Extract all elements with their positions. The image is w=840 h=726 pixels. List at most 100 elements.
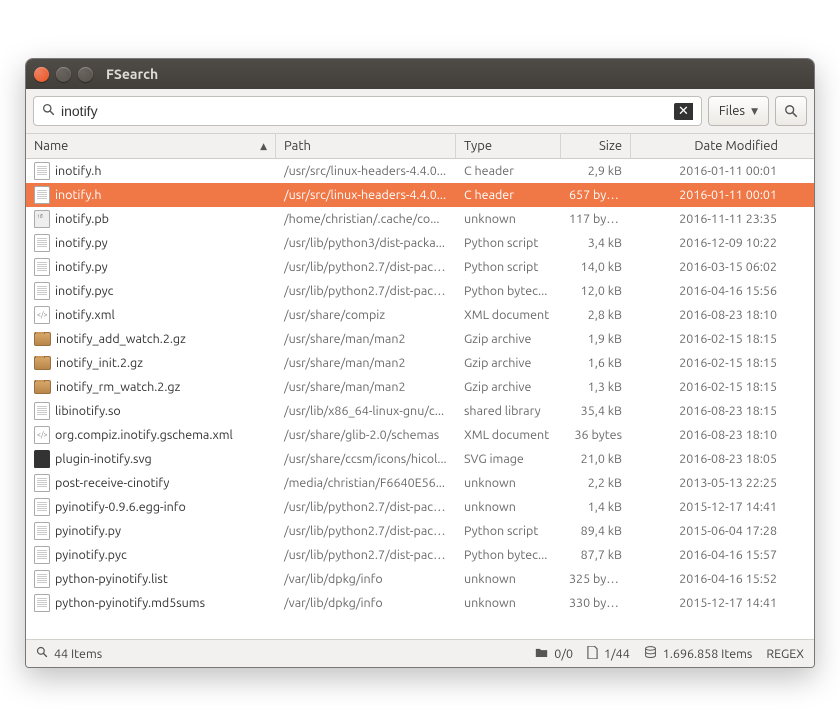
- cell-name: inotify_rm_watch.2.gz: [26, 380, 276, 394]
- folder-icon: [34, 356, 51, 370]
- table-row[interactable]: inotify_add_watch.2.gz/usr/share/man/man…: [26, 327, 814, 351]
- cell-path: /usr/share/ccsm/icons/hicol...: [276, 452, 456, 466]
- cell-path: /usr/share/glib-2.0/schemas: [276, 428, 456, 442]
- table-row[interactable]: post-receive-cinotify/media/christian/F6…: [26, 471, 814, 495]
- file-name-label: pyinotify.pyc: [55, 548, 127, 562]
- table-row[interactable]: inotify.h/usr/src/linux-headers-4.4.0...…: [26, 183, 814, 207]
- cell-name: inotify.xml: [26, 306, 276, 324]
- table-body[interactable]: inotify.h/usr/src/linux-headers-4.4.0...…: [26, 159, 814, 639]
- cell-size: 87,7 kB: [561, 548, 631, 562]
- cell-size: 35,4 kB: [561, 404, 631, 418]
- cell-size: 2,2 kB: [561, 476, 631, 490]
- folder-icon: [34, 332, 51, 346]
- cell-type: C header: [456, 164, 561, 178]
- file-name-label: org.compiz.inotify.gschema.xml: [55, 428, 233, 442]
- file-icon: [34, 258, 50, 276]
- cell-date: 2016-08-23 18:10: [631, 428, 786, 442]
- cell-name: inotify.pb: [26, 210, 276, 228]
- table-row[interactable]: inotify.pyc/usr/lib/python2.7/dist-pack.…: [26, 279, 814, 303]
- chevron-down-icon: ▼: [751, 106, 758, 117]
- cell-type: Python script: [456, 236, 561, 250]
- sort-asc-icon: ▲: [254, 141, 267, 152]
- cell-type: Gzip archive: [456, 380, 561, 394]
- table-row[interactable]: inotify_rm_watch.2.gz/usr/share/man/man2…: [26, 375, 814, 399]
- cell-date: 2016-04-16 15:56: [631, 284, 786, 298]
- cell-date: 2016-01-11 00:01: [631, 164, 786, 178]
- table-row[interactable]: inotify.py/usr/lib/python3/dist-packa...…: [26, 231, 814, 255]
- search-input[interactable]: [61, 103, 668, 119]
- cell-date: 2015-06-04 17:28: [631, 524, 786, 538]
- cell-path: /usr/lib/python2.7/dist-pack...: [276, 284, 456, 298]
- file-name-label: inotify.pyc: [55, 284, 113, 298]
- cell-size: 36 bytes: [561, 428, 631, 442]
- table-row[interactable]: org.compiz.inotify.gschema.xml/usr/share…: [26, 423, 814, 447]
- table-row[interactable]: pyinotify-0.9.6.egg-info/usr/lib/python2…: [26, 495, 814, 519]
- table-row[interactable]: inotify.py/usr/lib/python2.7/dist-pack..…: [26, 255, 814, 279]
- status-mode[interactable]: REGEX: [766, 647, 804, 661]
- cell-name: pyinotify.py: [26, 522, 276, 540]
- cell-name: plugin-inotify.svg: [26, 450, 276, 468]
- cell-type: shared library: [456, 404, 561, 418]
- file-icon: [34, 210, 50, 228]
- status-file-ratio-label: 1/44: [604, 647, 630, 661]
- filter-dropdown-label: Files: [719, 104, 745, 118]
- status-db-count-label: 1.696.858 Items: [663, 647, 753, 661]
- cell-size: 89,4 kB: [561, 524, 631, 538]
- search-icon: [42, 103, 55, 119]
- minimize-button[interactable]: [56, 67, 71, 82]
- cell-date: 2013-05-13 22:25: [631, 476, 786, 490]
- cell-date: 2016-03-15 06:02: [631, 260, 786, 274]
- column-header-name[interactable]: Name ▲: [26, 134, 276, 158]
- cell-size: 1,6 kB: [561, 356, 631, 370]
- cell-path: /home/christian/.cache/co...: [276, 212, 456, 226]
- cell-path: /usr/share/man/man2: [276, 332, 456, 346]
- maximize-button[interactable]: [78, 67, 93, 82]
- file-name-label: inotify.py: [55, 260, 108, 274]
- table-row[interactable]: inotify_init.2.gz/usr/share/man/man2Gzip…: [26, 351, 814, 375]
- table-row[interactable]: plugin-inotify.svg/usr/share/ccsm/icons/…: [26, 447, 814, 471]
- table-row[interactable]: inotify.h/usr/src/linux-headers-4.4.0...…: [26, 159, 814, 183]
- close-button[interactable]: [34, 67, 49, 82]
- database-icon: [644, 646, 657, 662]
- cell-size: 14,0 kB: [561, 260, 631, 274]
- cell-name: inotify.h: [26, 162, 276, 180]
- column-header-size[interactable]: Size: [561, 134, 631, 158]
- file-name-label: post-receive-cinotify: [55, 476, 169, 490]
- file-icon: [34, 186, 50, 204]
- cell-path: /usr/lib/python2.7/dist-pack...: [276, 500, 456, 514]
- table-row[interactable]: inotify.pb/home/christian/.cache/co...un…: [26, 207, 814, 231]
- column-header-path[interactable]: Path: [276, 134, 456, 158]
- table-row[interactable]: pyinotify.pyc/usr/lib/python2.7/dist-pac…: [26, 543, 814, 567]
- window-title: FSearch: [106, 66, 158, 82]
- file-icon: [34, 162, 50, 180]
- folder-icon: [535, 647, 548, 661]
- cell-type: SVG image: [456, 452, 561, 466]
- table-row[interactable]: pyinotify.py/usr/lib/python2.7/dist-pack…: [26, 519, 814, 543]
- status-mode-label: REGEX: [766, 647, 804, 661]
- cell-type: unknown: [456, 572, 561, 586]
- search-field-wrap[interactable]: ✕: [33, 96, 702, 126]
- cell-path: /usr/src/linux-headers-4.4.0...: [276, 164, 456, 178]
- table-row[interactable]: libinotify.so/usr/lib/x86_64-linux-gnu/c…: [26, 399, 814, 423]
- cell-path: /usr/share/man/man2: [276, 356, 456, 370]
- cell-type: Python script: [456, 260, 561, 274]
- cell-path: /var/lib/dpkg/info: [276, 596, 456, 610]
- cell-size: 117 bytes: [561, 212, 631, 226]
- table-row[interactable]: inotify.xml/usr/share/compizXML document…: [26, 303, 814, 327]
- filter-dropdown[interactable]: Files ▼: [708, 96, 769, 126]
- status-folder-ratio-label: 0/0: [554, 647, 573, 661]
- table-row[interactable]: python-pyinotify.list/var/lib/dpkg/infou…: [26, 567, 814, 591]
- column-header-label: Path: [284, 139, 311, 153]
- search-button[interactable]: [775, 96, 807, 126]
- cell-name: inotify.h: [26, 186, 276, 204]
- cell-path: /usr/share/compiz: [276, 308, 456, 322]
- column-header-date[interactable]: Date Modified: [631, 134, 786, 158]
- table-row[interactable]: python-pyinotify.md5sums/var/lib/dpkg/in…: [26, 591, 814, 615]
- clear-icon[interactable]: ✕: [674, 103, 693, 120]
- column-header-label: Type: [464, 139, 492, 153]
- cell-date: 2016-02-15 18:15: [631, 332, 786, 346]
- column-header-type[interactable]: Type: [456, 134, 561, 158]
- file-icon: [34, 570, 50, 588]
- column-header-label: Name: [34, 139, 68, 153]
- titlebar[interactable]: FSearch: [26, 59, 814, 89]
